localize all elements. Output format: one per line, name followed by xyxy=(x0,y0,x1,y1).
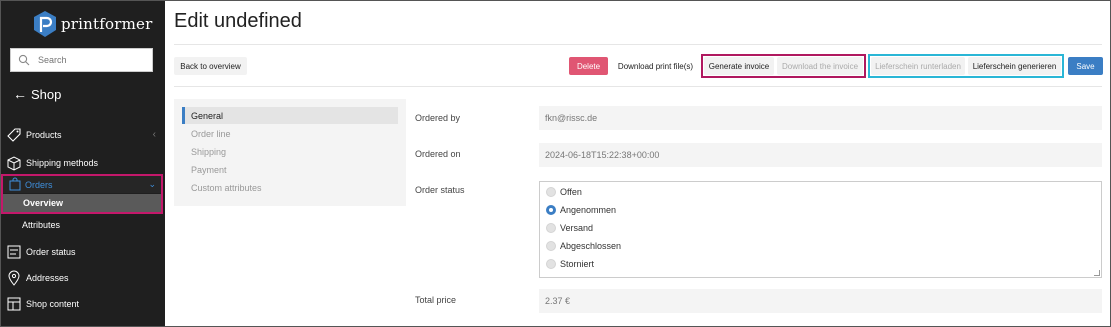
tab-payment[interactable]: Payment xyxy=(182,161,398,178)
tab-list: General Order line Shipping Payment Cust… xyxy=(174,99,406,206)
ordered-on-label: Ordered on xyxy=(415,149,461,159)
sidebar-item-label: Overview xyxy=(23,198,64,208)
tab-custom-attributes[interactable]: Custom attributes xyxy=(182,179,398,196)
arrow-left-icon: ← xyxy=(13,86,27,102)
radio-button-checked[interactable] xyxy=(546,205,556,215)
resize-handle-icon[interactable] xyxy=(1094,270,1100,276)
search-input[interactable] xyxy=(38,55,138,65)
radio-button[interactable] xyxy=(546,241,556,251)
sidebar-subitem-overview[interactable]: Overview xyxy=(3,194,161,212)
sidebar: printformer ← Shop Products ‹ Shipping m… xyxy=(0,0,165,327)
orders-highlight: Orders ⌄ Overview xyxy=(1,174,163,214)
chevron-left-icon: ‹ xyxy=(152,129,156,140)
radio-option-abgeschlossen[interactable]: Abgeschlossen xyxy=(546,241,621,251)
tab-order-line[interactable]: Order line xyxy=(182,125,398,142)
radio-button[interactable] xyxy=(546,187,556,197)
page-title: Edit undefined xyxy=(174,10,302,32)
radio-label: Offen xyxy=(560,187,582,197)
radio-label: Angenommen xyxy=(560,205,617,215)
radio-label: Versand xyxy=(560,223,594,233)
sidebar-item-label: Orders xyxy=(25,179,53,190)
back-to-overview-button[interactable]: Back to overview xyxy=(174,57,247,75)
download-print-files-button[interactable]: Download print file(s) xyxy=(613,57,698,75)
ordered-by-label: Ordered by xyxy=(415,113,461,123)
sidebar-item-order-status[interactable]: Order status xyxy=(0,243,165,261)
radio-button[interactable] xyxy=(546,223,556,233)
radio-label: Abgeschlossen xyxy=(560,241,622,251)
order-status-radio-group: Offen Angenommen Versand Abgeschlossen S… xyxy=(539,181,1102,278)
lieferschein-generate-button[interactable]: Lieferschein generieren xyxy=(968,57,1061,75)
total-price-label: Total price xyxy=(415,295,457,305)
lieferschein-download-button[interactable]: Lieferschein runterladen xyxy=(871,57,965,75)
sidebar-subitem-attributes[interactable]: Attributes xyxy=(0,216,165,233)
box-icon xyxy=(7,155,21,171)
search-box[interactable] xyxy=(10,48,153,72)
sidebar-item-shop-content[interactable]: Shop content xyxy=(0,295,165,313)
total-price-field: 2.37 € xyxy=(539,289,1102,313)
sidebar-item-label: Products xyxy=(26,129,62,140)
sidebar-item-label: Shipping methods xyxy=(26,157,99,168)
sidebar-item-addresses[interactable]: Addresses xyxy=(0,269,165,287)
sidebar-item-shipping-methods[interactable]: Shipping methods xyxy=(0,154,165,171)
radio-button[interactable] xyxy=(546,259,556,269)
layout-icon xyxy=(7,297,21,311)
ordered-on-field: 2024-06-18T15:22:38+00:00 xyxy=(539,143,1102,167)
sidebar-item-orders[interactable]: Orders ⌄ xyxy=(3,176,161,193)
status-list-icon xyxy=(7,245,21,259)
sidebar-item-label: Shop content xyxy=(26,299,80,309)
divider xyxy=(174,44,1102,45)
divider xyxy=(174,86,1102,87)
order-status-label: Order status xyxy=(415,185,465,195)
logo-text: printformer xyxy=(61,15,153,33)
download-invoice-button[interactable]: Download the invoice xyxy=(777,57,863,75)
search-icon xyxy=(18,54,30,66)
tab-general[interactable]: General xyxy=(182,107,398,124)
delete-button[interactable]: Delete xyxy=(569,57,608,75)
radio-label: Storniert xyxy=(560,259,595,269)
sidebar-item-label: Order status xyxy=(26,247,76,257)
sidebar-item-label: Addresses xyxy=(26,273,69,283)
ordered-by-field: fkn@rissc.de xyxy=(539,106,1102,130)
printformer-logo-icon xyxy=(34,11,56,37)
shop-link-label: Shop xyxy=(31,86,62,102)
radio-option-offen[interactable]: Offen xyxy=(546,187,582,197)
logo[interactable]: printformer xyxy=(33,10,152,38)
radio-option-versand[interactable]: Versand xyxy=(546,223,593,233)
generate-invoice-button[interactable]: Generate invoice xyxy=(704,57,774,75)
shopping-bag-icon xyxy=(9,177,21,191)
radio-option-angenommen[interactable]: Angenommen xyxy=(546,205,616,215)
tab-shipping[interactable]: Shipping xyxy=(182,143,398,160)
tag-icon xyxy=(7,127,21,142)
sidebar-item-products[interactable]: Products ‹ xyxy=(0,126,165,143)
save-button[interactable]: Save xyxy=(1068,57,1103,75)
radio-option-storniert[interactable]: Storniert xyxy=(546,259,594,269)
back-to-shop-link[interactable]: ← Shop xyxy=(13,86,61,102)
map-pin-icon xyxy=(8,270,20,286)
sidebar-item-label: Attributes xyxy=(22,219,61,230)
chevron-down-icon: ⌄ xyxy=(148,179,156,189)
